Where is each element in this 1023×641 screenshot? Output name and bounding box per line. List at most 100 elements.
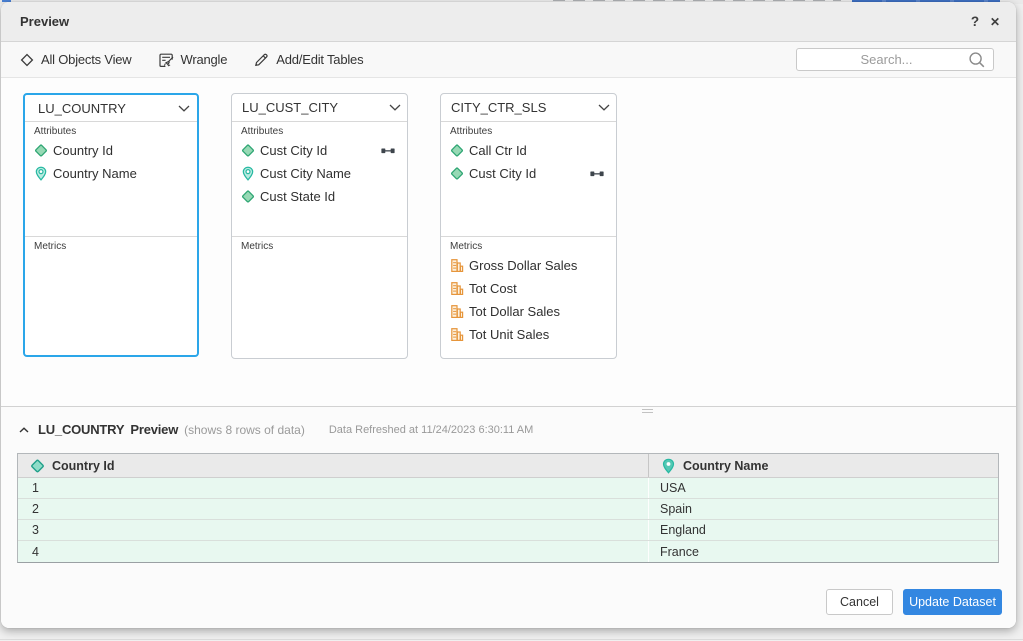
wrangle-icon	[158, 52, 174, 68]
geo-pin-icon	[661, 458, 676, 474]
attribute-diamond-icon	[450, 166, 464, 181]
toolbar-item-wrangle[interactable]: Wrangle	[158, 52, 228, 68]
preview-data-table: Country Id Country Name 1 USA 2 Spain 3 …	[17, 453, 999, 563]
table-row: 3 England	[18, 520, 998, 541]
diamond-outline-icon	[20, 53, 34, 67]
attribute-name: Cust State Id	[260, 189, 335, 204]
toolbar-item-label: Add/Edit Tables	[276, 52, 363, 67]
metric-item: Tot Dollar Sales	[441, 300, 616, 323]
pencil-icon	[253, 52, 269, 68]
attribute-name: Cust City Name	[260, 166, 351, 181]
metrics-label: Metrics	[232, 237, 407, 254]
card-metrics-section: Metrics	[232, 237, 407, 358]
splitter-grip-line	[642, 409, 653, 410]
close-button[interactable]: ✕	[985, 15, 1005, 29]
attribute-diamond-icon	[241, 189, 255, 204]
metric-icon	[450, 304, 464, 319]
splitter-grip-line	[642, 412, 653, 413]
splitter-handle[interactable]	[642, 409, 653, 415]
card-metrics-section: Metrics	[25, 237, 197, 355]
metric-name: Gross Dollar Sales	[469, 258, 577, 273]
data-refreshed-text: Data Refreshed at 11/24/2023 6:30:11 AM	[329, 424, 533, 436]
metric-name: Tot Unit Sales	[469, 327, 549, 342]
attribute-item: Cust State Id	[232, 185, 407, 208]
background-text-sliver	[553, 0, 841, 1]
preview-table-name: LU_COUNTRY	[38, 422, 124, 437]
preview-panel: LU_COUNTRY Preview (shows 8 rows of data…	[1, 407, 1016, 628]
card-header[interactable]: LU_CUST_CITY	[232, 94, 407, 122]
column-header-country-id: Country Id	[18, 454, 649, 477]
metric-name: Tot Cost	[469, 281, 517, 296]
search-input[interactable]	[797, 52, 968, 67]
cell-country-name: Spain	[649, 499, 998, 519]
card-title: CITY_CTR_SLS	[451, 100, 546, 115]
chevron-down-icon[interactable]	[598, 104, 610, 111]
geo-pin-icon	[34, 166, 48, 181]
attribute-diamond-icon	[450, 143, 464, 158]
metrics-label: Metrics	[25, 237, 197, 254]
table-card-lu-country[interactable]: LU_COUNTRY Attributes Country Id Country…	[23, 93, 199, 357]
join-link-icon	[381, 147, 395, 155]
cancel-button[interactable]: Cancel	[826, 589, 893, 615]
attribute-name: Country Id	[53, 143, 113, 158]
card-title: LU_COUNTRY	[38, 101, 126, 116]
cell-country-id: 3	[18, 520, 649, 540]
toolbar-item-label: Wrangle	[181, 52, 228, 67]
table-card-lu-cust-city[interactable]: LU_CUST_CITY Attributes Cust City Id Cus…	[231, 93, 408, 359]
toolbar-item-add-edit-tables[interactable]: Add/Edit Tables	[253, 52, 363, 68]
card-attributes-section: Attributes Country Id Country Name	[25, 122, 197, 237]
column-header-label: Country Name	[683, 459, 768, 473]
metrics-label: Metrics	[441, 237, 616, 254]
dialog-titlebar: Preview ? ✕	[1, 2, 1016, 42]
card-metrics-section: Metrics Gross Dollar Sales Tot Cost Tot …	[441, 237, 616, 358]
metric-icon	[450, 327, 464, 342]
update-dataset-button[interactable]: Update Dataset	[903, 589, 1002, 615]
toolbar-item-label: All Objects View	[41, 52, 132, 67]
attribute-item: Cust City Name	[232, 162, 407, 185]
metric-item: Tot Cost	[441, 277, 616, 300]
search-icon[interactable]	[968, 51, 986, 69]
toolbar-item-all-objects-view[interactable]: All Objects View	[20, 52, 132, 67]
card-attributes-section: Attributes Cust City Id Cust City Name C…	[232, 122, 407, 237]
attribute-diamond-icon	[30, 458, 45, 474]
preview-dialog: Preview ? ✕ All Objects View Wrangle Add…	[1, 2, 1016, 628]
attribute-item: Country Id	[25, 139, 197, 162]
card-title: LU_CUST_CITY	[242, 100, 338, 115]
tables-canvas: LU_COUNTRY Attributes Country Id Country…	[1, 78, 1016, 407]
attribute-name: Country Name	[53, 166, 137, 181]
metric-icon	[450, 258, 464, 273]
preview-label: Preview	[130, 422, 178, 437]
table-header-row: Country Id Country Name	[18, 454, 998, 478]
metric-item: Gross Dollar Sales	[441, 254, 616, 277]
attribute-name: Cust City Id	[469, 166, 536, 181]
cell-country-id: 2	[18, 499, 649, 519]
preview-rows-info: (shows 8 rows of data)	[184, 423, 305, 437]
chevron-down-icon[interactable]	[178, 105, 190, 112]
chevron-down-icon[interactable]	[389, 104, 401, 111]
attribute-diamond-icon	[34, 143, 48, 158]
attribute-item: Cust City Id	[232, 139, 407, 162]
attribute-item: Call Ctr Id	[441, 139, 616, 162]
collapse-chevron-icon[interactable]	[19, 427, 29, 433]
table-row: 1 USA	[18, 478, 998, 499]
help-button[interactable]: ?	[965, 14, 985, 29]
cell-country-id: 1	[18, 478, 649, 498]
attribute-diamond-icon	[241, 143, 255, 158]
table-card-city-ctr-sls[interactable]: CITY_CTR_SLS Attributes Call Ctr Id Cust…	[440, 93, 617, 359]
attributes-label: Attributes	[25, 122, 197, 139]
join-link-icon	[590, 170, 604, 178]
card-header[interactable]: LU_COUNTRY	[25, 95, 197, 122]
background-bottom-line	[0, 639, 1023, 640]
column-header-country-name: Country Name	[649, 454, 998, 477]
table-row: 2 Spain	[18, 499, 998, 520]
search-box	[796, 48, 994, 71]
card-header[interactable]: CITY_CTR_SLS	[441, 94, 616, 122]
attribute-item: Country Name	[25, 162, 197, 185]
metric-name: Tot Dollar Sales	[469, 304, 560, 319]
attributes-label: Attributes	[441, 122, 616, 139]
card-attributes-section: Attributes Call Ctr Id Cust City Id	[441, 122, 616, 237]
metric-item: Tot Unit Sales	[441, 323, 616, 346]
column-header-label: Country Id	[52, 459, 115, 473]
attributes-label: Attributes	[232, 122, 407, 139]
table-row: 4 France	[18, 541, 998, 562]
